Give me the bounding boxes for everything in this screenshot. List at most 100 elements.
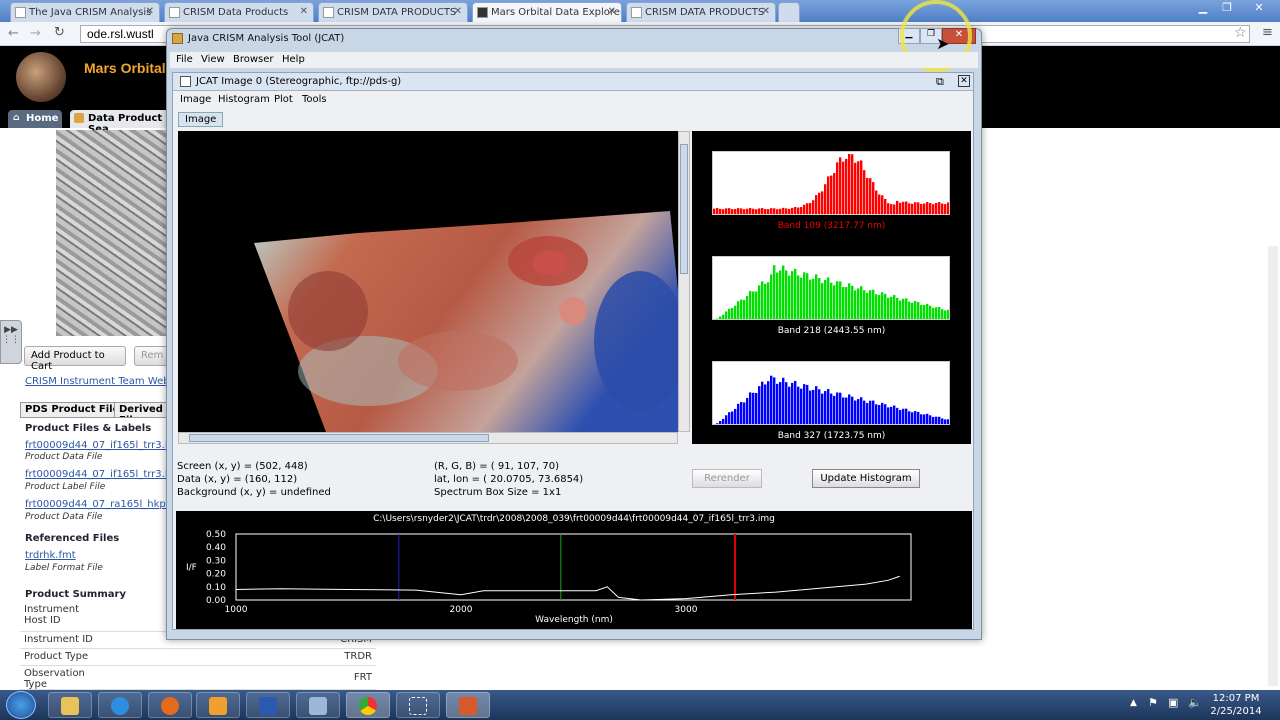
rerender-button[interactable]: Rerender xyxy=(692,469,762,488)
file-type: Label Format File xyxy=(25,563,103,573)
nav-data-product-search[interactable]: Data Product Sea xyxy=(70,110,170,135)
tab-derived-files[interactable]: Derived Fil xyxy=(114,402,170,418)
browser-tab-2[interactable]: CRISM Data Products ✕ xyxy=(164,2,314,22)
histogram-bar xyxy=(881,292,884,319)
browser-tab-4[interactable]: Mars Orbital Data Explorer ✕ xyxy=(472,2,622,22)
histogram-bar xyxy=(857,399,860,424)
histogram-bar xyxy=(716,423,719,424)
mouse-pointer-icon: ➤ xyxy=(936,34,950,53)
histogram-bar xyxy=(845,158,848,214)
close-icon[interactable]: ✕ xyxy=(454,6,462,17)
scroll-thumb[interactable] xyxy=(189,434,489,442)
histogram-bar xyxy=(797,275,800,319)
taskbar-firefox[interactable] xyxy=(148,692,192,718)
nav-home[interactable]: ⌂ Home xyxy=(8,110,62,128)
ref-file-link[interactable]: trdrhk.fmt xyxy=(25,550,76,561)
taskbar-word[interactable] xyxy=(246,692,290,718)
histogram-bar xyxy=(806,273,809,319)
taskbar-window[interactable] xyxy=(296,692,340,718)
histogram-bar xyxy=(743,209,746,214)
histogram-blue[interactable] xyxy=(712,361,950,425)
restore-icon[interactable]: ❐ xyxy=(1214,0,1240,18)
histogram-bar xyxy=(779,270,782,319)
histogram-bar xyxy=(857,161,860,214)
close-icon[interactable]: ✕ xyxy=(146,6,154,17)
histogram-bar xyxy=(737,403,740,424)
menu-browser[interactable]: Browser xyxy=(233,54,274,65)
histogram-red[interactable] xyxy=(712,151,950,215)
section-referenced-files: Referenced Files xyxy=(25,533,120,544)
histogram-bar xyxy=(890,296,893,319)
histogram-bar xyxy=(926,413,929,424)
histogram-bar xyxy=(884,198,887,214)
tab-image[interactable]: Image xyxy=(178,112,224,127)
page-scrollbar[interactable] xyxy=(1268,246,1278,686)
taskbar-chrome[interactable] xyxy=(346,692,390,718)
scroll-thumb[interactable] xyxy=(680,144,688,274)
star-icon[interactable]: ☆ xyxy=(1234,25,1247,41)
taskbar-explorer[interactable] xyxy=(48,692,92,718)
add-to-cart-button[interactable]: Add Product to Cart xyxy=(24,346,126,372)
flag-icon[interactable]: ⚑ xyxy=(1148,696,1158,709)
browser-tab-3[interactable]: CRISM DATA PRODUCTS ✕ xyxy=(318,2,468,22)
forward-icon[interactable]: → xyxy=(30,26,41,41)
close-icon[interactable]: ✕ xyxy=(1246,0,1272,18)
histogram-bar xyxy=(842,397,845,424)
histogram-green[interactable] xyxy=(712,256,950,320)
close-icon[interactable]: ✕ xyxy=(762,6,770,17)
frame-close-icon[interactable]: ✕ xyxy=(958,75,970,87)
taskbar-java[interactable] xyxy=(446,692,490,718)
histogram-bar xyxy=(719,316,722,319)
remove-button[interactable]: Rem xyxy=(134,346,170,366)
taskbar-snipping[interactable] xyxy=(396,692,440,718)
inner-menu-plot[interactable]: Plot xyxy=(274,94,293,105)
image-vertical-scrollbar[interactable] xyxy=(678,131,690,432)
menu-help[interactable]: Help xyxy=(282,54,305,65)
spectrum-chart[interactable]: I/F Wavelength (nm) 0.50 0.40 0.30 0.20 0.10… xyxy=(176,524,972,629)
new-tab-button[interactable] xyxy=(778,2,800,22)
section-product-summary: Product Summary xyxy=(25,589,126,600)
taskbar-media[interactable] xyxy=(196,692,240,718)
menu-icon[interactable]: ≡ xyxy=(1262,25,1273,40)
crism-team-link[interactable]: CRISM Instrument Team Web xyxy=(25,376,170,387)
histogram-blue-bars xyxy=(716,375,949,424)
crism-image-view[interactable] xyxy=(178,131,678,432)
browser-tab-5[interactable]: CRISM DATA PRODUCTS ✕ xyxy=(626,2,776,22)
menu-file[interactable]: File xyxy=(176,54,193,65)
histogram-bar xyxy=(722,418,725,424)
reload-icon[interactable]: ↻ xyxy=(54,25,65,40)
network-icon[interactable]: ▣ xyxy=(1168,696,1178,709)
histogram-bar xyxy=(851,396,854,424)
histogram-bar xyxy=(746,208,749,214)
volume-icon[interactable]: 🔈 xyxy=(1188,696,1202,709)
summary-row: Observation Type FRT xyxy=(20,666,376,690)
histogram-bar xyxy=(881,195,884,214)
start-button[interactable] xyxy=(6,691,36,719)
image-horizontal-scrollbar[interactable] xyxy=(178,432,678,444)
home-icon: ⌂ xyxy=(13,113,20,123)
inner-menu-tools[interactable]: Tools xyxy=(302,94,327,105)
histogram-bar xyxy=(731,308,734,319)
file-link[interactable]: frt00009d44_07_if165l_trr3.img xyxy=(25,440,184,451)
minimize-icon[interactable]: ▁ xyxy=(1190,0,1216,18)
spectrum-file-path: C:\Users\rsnyder2\JCAT\trdr\2008\2008_03… xyxy=(373,514,775,524)
inner-menu-image[interactable]: Image xyxy=(180,94,211,105)
inner-menu-histogram[interactable]: Histogram xyxy=(218,94,270,105)
close-icon[interactable]: ✕ xyxy=(608,6,616,17)
histogram-bar xyxy=(863,400,866,424)
histogram-bar xyxy=(905,201,908,214)
taskbar-ie[interactable] xyxy=(98,692,142,718)
histogram-bar xyxy=(884,404,887,424)
back-icon[interactable]: ← xyxy=(8,26,19,41)
histogram-bar xyxy=(866,292,869,319)
frame-maximize-icon[interactable]: ⧉ xyxy=(936,75,944,89)
sidebar-collapse-handle[interactable]: ▶▶ ⋮⋮ xyxy=(0,320,22,364)
browser-tab-1[interactable]: The Java CRISM Analysis ✕ xyxy=(10,2,160,22)
system-clock[interactable]: 12:07 PM 2/25/2014 xyxy=(1208,692,1264,718)
update-histogram-button[interactable]: Update Histogram xyxy=(812,469,920,488)
file-link[interactable]: frt00009d44_07_if165l_trr3.lbl xyxy=(25,469,177,480)
menu-view[interactable]: View xyxy=(201,54,225,65)
histogram-bar xyxy=(851,154,854,214)
tray-expand-icon[interactable]: ▲ xyxy=(1130,698,1137,708)
close-icon[interactable]: ✕ xyxy=(300,6,308,17)
